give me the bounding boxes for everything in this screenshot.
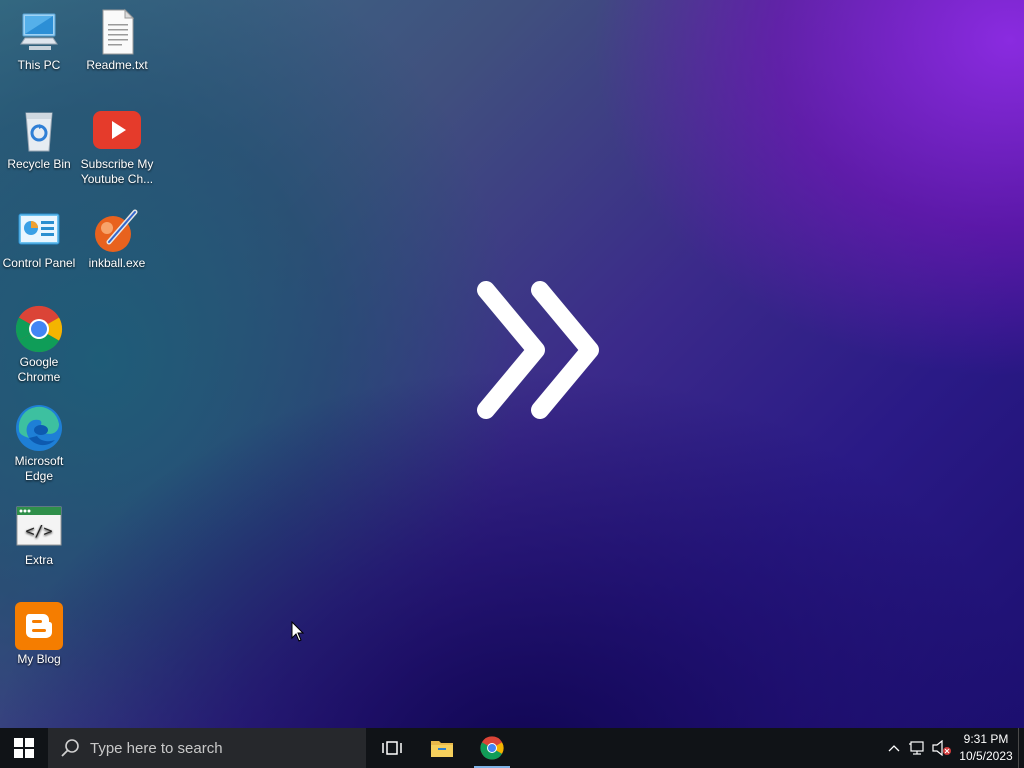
desktop-icon-control-panel[interactable]: Control Panel	[2, 206, 76, 271]
desktop-icon-label: This PC	[17, 58, 61, 72]
control-panel-icon	[15, 206, 63, 254]
task-view-icon	[382, 741, 402, 755]
edge-icon	[15, 404, 63, 452]
blogger-icon	[15, 602, 63, 650]
desktop-icon-label: Subscribe My Youtube Ch...	[80, 157, 154, 186]
search-input[interactable]	[88, 738, 352, 758]
desktop-icon-label: Extra	[24, 553, 53, 567]
show-desktop-button[interactable]	[1018, 728, 1024, 768]
volume-muted-icon	[932, 740, 951, 756]
taskbar: 9:31 PM 10/5/2023	[0, 728, 1024, 768]
desktop-icon-youtube[interactable]: Subscribe My Youtube Ch...	[80, 107, 154, 187]
desktop-icon-label: Microsoft Edge	[14, 454, 64, 483]
clock-date: 10/5/2023	[959, 749, 1013, 763]
text-file-icon	[93, 8, 141, 56]
desktop-icon-microsoft-edge[interactable]: Microsoft Edge	[2, 404, 76, 484]
volume-button[interactable]	[930, 728, 954, 768]
network-button[interactable]	[906, 728, 930, 768]
recycle-bin-icon	[15, 107, 63, 155]
taskbar-search-box[interactable]	[48, 728, 366, 768]
youtube-icon	[93, 107, 141, 155]
svg-text:</>: </>	[25, 522, 52, 540]
double-chevron-icon	[477, 281, 599, 419]
desktop-icon-label: Control Panel	[2, 256, 76, 270]
desktop-icon-readme[interactable]: Readme.txt	[80, 8, 154, 73]
windows-logo-icon	[14, 738, 34, 758]
desktop-icon-label: Recycle Bin	[7, 157, 71, 171]
desktop: This PC Recycle Bin Control Panel Google…	[0, 0, 1024, 728]
taskbar-chrome-button[interactable]	[468, 728, 516, 768]
chrome-icon	[480, 736, 504, 760]
search-icon	[61, 739, 79, 757]
task-view-button[interactable]	[368, 728, 416, 768]
desktop-icon-label: Readme.txt	[86, 58, 148, 72]
desktop-icon-extra[interactable]: </> Extra	[2, 503, 76, 568]
desktop-icon-google-chrome[interactable]: Google Chrome	[2, 305, 76, 385]
clock-time: 9:31 PM	[963, 732, 1009, 746]
mouse-cursor-icon	[291, 621, 305, 642]
desktop-icon-recycle-bin[interactable]: Recycle Bin	[2, 107, 76, 172]
this-pc-icon	[15, 8, 63, 56]
desktop-icon-inkball[interactable]: inkball.exe	[80, 206, 154, 271]
desktop-icon-label: Google Chrome	[17, 355, 61, 384]
desktop-icon-label: My Blog	[17, 652, 61, 666]
chevron-up-icon	[888, 745, 900, 752]
desktop-icon-my-blog[interactable]: My Blog	[2, 602, 76, 667]
start-button[interactable]	[0, 728, 48, 768]
chrome-icon	[15, 305, 63, 353]
show-hidden-icons-button[interactable]	[884, 728, 904, 768]
file-explorer-icon	[431, 741, 453, 757]
taskbar-clock[interactable]: 9:31 PM 10/5/2023	[956, 731, 1016, 765]
code-window-icon: </>	[15, 503, 63, 551]
desktop-icon-label: inkball.exe	[88, 256, 146, 270]
network-icon	[909, 741, 924, 755]
desktop-icon-this-pc[interactable]: This PC	[2, 8, 76, 73]
inkball-icon	[93, 206, 141, 254]
file-explorer-button[interactable]	[418, 728, 466, 768]
